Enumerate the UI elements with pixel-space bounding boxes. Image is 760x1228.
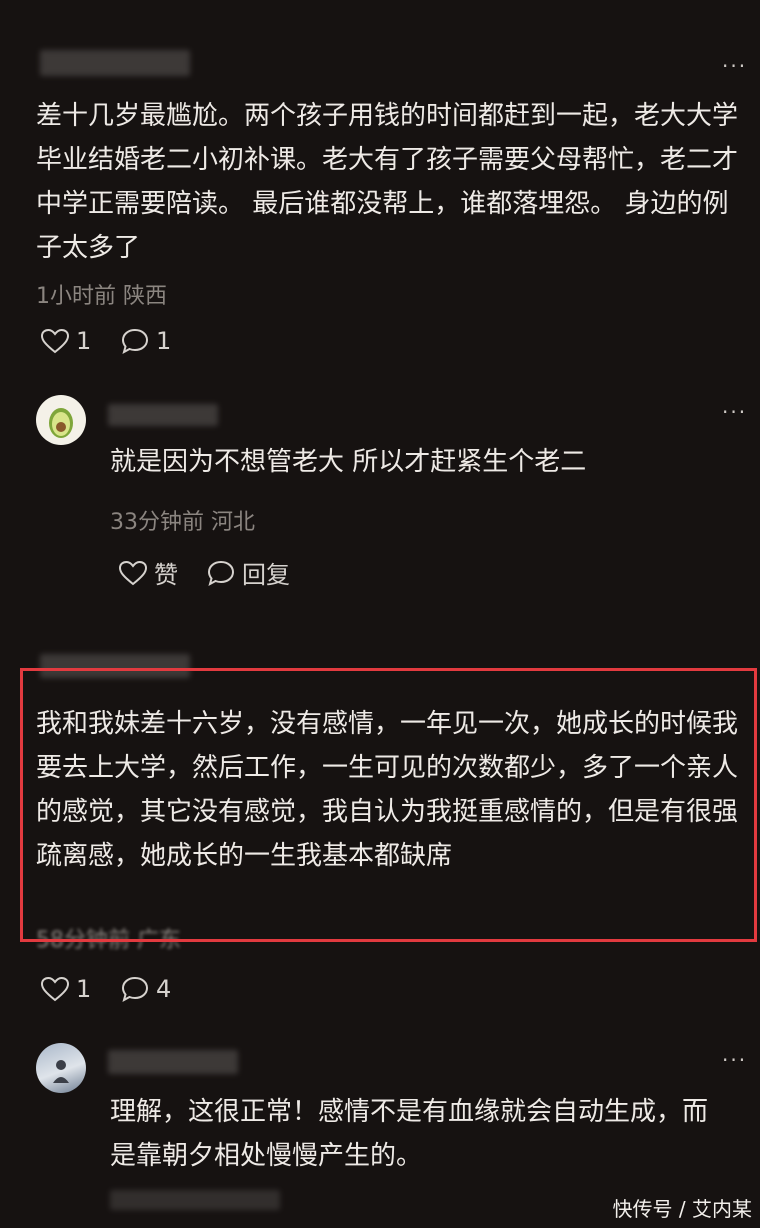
reply-text: 就是因为不想管老大 所以才赶紧生个老二 — [110, 447, 587, 477]
comment-text: 差十几岁最尴尬。两个孩子用钱的时间都赶到一起，老大大学毕业结婚老二小初补课。老大… — [36, 101, 739, 263]
highlight-box — [20, 668, 757, 942]
avatar[interactable] — [36, 1043, 86, 1093]
like-label: 赞 — [154, 561, 178, 589]
like-count: 1 — [76, 327, 92, 355]
reply-button[interactable]: 1 — [120, 327, 171, 355]
username-blurred — [40, 50, 190, 76]
reply-count: 1 — [156, 327, 172, 355]
username-blurred — [108, 404, 218, 426]
reply-meta-blurred — [110, 1190, 280, 1210]
heart-icon — [40, 328, 70, 354]
avatar[interactable] — [36, 395, 86, 445]
reply-button[interactable]: 回复 — [206, 555, 290, 590]
like-button[interactable]: 赞 — [118, 555, 178, 590]
watermark: 快传号 / 艾内某 — [612, 1197, 752, 1221]
reply-button[interactable]: 4 — [120, 975, 171, 1003]
avocado-icon — [49, 408, 73, 438]
reply-count: 4 — [156, 975, 172, 1003]
comment-meta: 1小时前 陕西 — [36, 284, 167, 309]
comment-bubble-icon — [121, 976, 149, 1003]
reply-meta: 33分钟前 河北 — [110, 510, 255, 535]
like-button[interactable]: 1 — [40, 975, 91, 1003]
person-photo-icon — [53, 1060, 69, 1083]
heart-icon — [118, 560, 148, 585]
username-blurred — [108, 1050, 238, 1074]
reply-text: 理解，这很正常！感情不是有血缘就会自动生成，而是靠朝夕相处慢慢产生的。 — [110, 1097, 709, 1171]
comment-bubble-icon — [121, 328, 149, 355]
more-options-icon[interactable]: ··· — [722, 54, 747, 78]
more-options-icon[interactable]: ··· — [722, 400, 747, 424]
heart-icon — [40, 976, 70, 1002]
comment-bubble-icon — [207, 560, 235, 586]
like-button[interactable]: 1 — [40, 327, 91, 355]
like-count: 1 — [76, 975, 92, 1003]
more-options-icon[interactable]: ··· — [722, 1048, 747, 1072]
reply-label: 回复 — [242, 561, 290, 589]
